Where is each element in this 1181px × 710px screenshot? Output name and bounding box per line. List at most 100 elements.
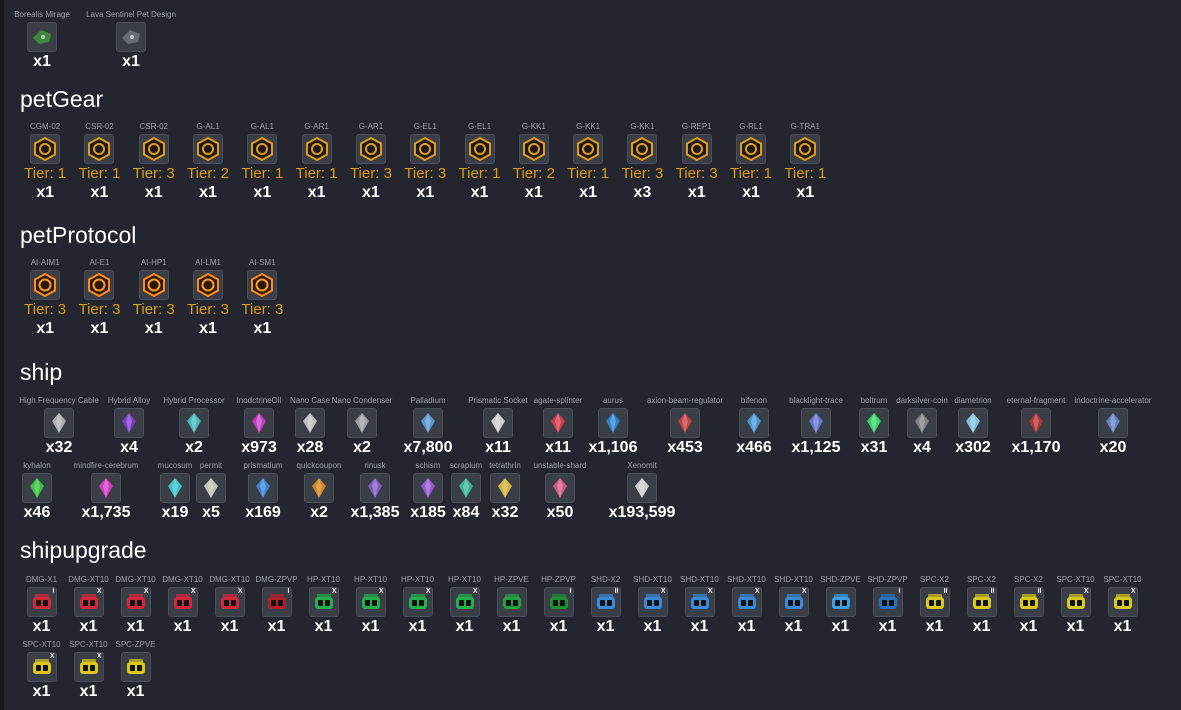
petgear-item[interactable]: CGM-02 Tier: 1 x1 (18, 122, 72, 203)
shipupgrade-item[interactable]: SPC-X2 II x1 (958, 575, 1005, 637)
shipupgrade-item[interactable]: SHD-XT10 Xx1 (723, 575, 770, 637)
ship-resource-item[interactable]: schism x185 (410, 461, 446, 523)
shipupgrade-item[interactable]: HP-XT10 Xx1 (394, 575, 441, 637)
ship-resource-item[interactable]: Nano Case x28 (288, 396, 332, 458)
petgear-item[interactable]: CSR-02 Tier: 3 x1 (127, 122, 181, 203)
item-quantity: x1 (79, 683, 98, 700)
item-quantity: x466 (736, 439, 772, 456)
ship-resource-item[interactable]: quickcoupon x2 (297, 461, 342, 523)
petgear-item[interactable]: G-KK1 Tier: 3 x3 (615, 122, 669, 203)
upgrade-module-icon: I (26, 587, 57, 617)
petgear-item[interactable]: G-AR1 Tier: 3 x1 (344, 122, 398, 203)
ship-resource-item[interactable]: boltrum x31 (852, 396, 896, 458)
ship-resource-item[interactable]: axion-beam-regulator x453 (642, 396, 728, 458)
ship-resource-item[interactable]: InodctrineOil x973 (230, 396, 288, 458)
design-item[interactable]: Lava Sentinel Pet Design x1 (66, 10, 196, 72)
ship-resource-item[interactable]: scrapium x84 (446, 461, 486, 523)
ship-resource-item[interactable]: Palladium x7,800 (392, 396, 464, 458)
item-label: SHD-XT10 (774, 575, 813, 584)
shipupgrade-item[interactable]: SHD-ZPVE x1 (817, 575, 864, 637)
shipupgrade-item[interactable]: DMG-ZPVP Ix1 (253, 575, 300, 637)
petgear-item[interactable]: G-EL1 Tier: 1 x1 (452, 122, 506, 203)
section-title-shipupgrade: shipupgrade (20, 537, 147, 563)
ship-resource-item[interactable]: kyhalon x46 (18, 461, 56, 523)
ship-resource-item[interactable]: Hybrid Alloy x4 (100, 396, 158, 458)
item-tier: Tier: 3 (78, 301, 121, 318)
petprotocol-item[interactable]: AI-LM1 Tier: 3 x1 (181, 258, 235, 339)
ship-resource-item[interactable]: aurus x1,106 (584, 396, 642, 458)
petprotocol-row: AI-AIM1 Tier: 3 x1 AI-E1 Tier: 3 x1 AI-HP1 Tier… (18, 258, 289, 339)
ship-resource-item[interactable]: mindfire-cerebrum x1,735 (56, 461, 156, 523)
gear-module-icon (355, 134, 386, 164)
design-item[interactable]: Borealis Mirage x1 (14, 10, 70, 72)
ship-resource-item[interactable]: eternal-fragment x1,170 (998, 396, 1074, 458)
item-quantity: x185 (410, 504, 446, 521)
shipupgrade-item[interactable]: DMG-XT10 Xx1 (159, 575, 206, 637)
upgrade-module-icon: X (73, 652, 104, 682)
petgear-item[interactable]: G-RL1 Tier: 1 x1 (724, 122, 778, 203)
item-label: AI-SM1 (249, 258, 276, 267)
petgear-item[interactable]: G-KK1 Tier: 2 x1 (507, 122, 561, 203)
ship-resource-item[interactable]: unstable-shard x50 (524, 461, 596, 523)
item-label: HP-XT10 (448, 575, 481, 584)
ship-resource-item[interactable]: darksilver-coin x4 (896, 396, 948, 458)
ship-resource-item[interactable]: Xenomit x193,599 (596, 461, 688, 523)
protocol-module-icon (193, 270, 224, 300)
shipupgrade-item[interactable]: HP-ZPVE x1 (488, 575, 535, 637)
shipupgrade-item[interactable]: DMG-XT10 Xx1 (65, 575, 112, 637)
ship-resource-item[interactable]: tetrathrin x32 (486, 461, 524, 523)
petprotocol-item[interactable]: AI-SM1 Tier: 3 x1 (235, 258, 289, 339)
upgrade-module-icon: X (120, 587, 151, 617)
shipupgrade-item[interactable]: SPC-XT10 Xx1 (1052, 575, 1099, 637)
ship-resource-item[interactable]: prismatium x169 (228, 461, 298, 523)
shipupgrade-item[interactable]: HP-ZPVP Ix1 (535, 575, 582, 637)
ship-resource-item[interactable]: rinusk x1,385 (340, 461, 410, 523)
ship-resource-item[interactable]: blacklight-trace x1,125 (780, 396, 852, 458)
petgear-item[interactable]: G-EL1 Tier: 3 x1 (398, 122, 452, 203)
petgear-item[interactable]: G-AL1 Tier: 1 x1 (235, 122, 289, 203)
shipupgrade-item[interactable]: SHD-X2 II x1 (582, 575, 629, 637)
upgrade-module-icon: X (778, 587, 809, 617)
shipupgrade-item[interactable]: SPC-XT10 Xx1 (18, 640, 65, 702)
ship-resource-item[interactable]: agate-splinter x11 (532, 396, 584, 458)
rank-badge: X (801, 588, 807, 595)
shipupgrade-item[interactable]: SPC-XT10 Xx1 (65, 640, 112, 702)
shipupgrade-item[interactable]: SPC-ZPVE x1 (112, 640, 159, 702)
petgear-item[interactable]: G-AR1 Tier: 1 x1 (289, 122, 343, 203)
ship-resource-item[interactable]: Prismatic Socket x11 (464, 396, 532, 458)
item-quantity: x1 (831, 618, 850, 635)
shipupgrade-item[interactable]: HP-XT10 Xx1 (347, 575, 394, 637)
shipupgrade-item[interactable]: HP-XT10 Xx1 (300, 575, 347, 637)
petgear-item[interactable]: G-REP1 Tier: 3 x1 (670, 122, 724, 203)
petgear-item[interactable]: G-TRA1 Tier: 1 x1 (778, 122, 832, 203)
shipupgrade-item[interactable]: SHD-XT10 Xx1 (629, 575, 676, 637)
ship-resource-item[interactable]: diametrion x302 (948, 396, 998, 458)
shipupgrade-item[interactable]: HP-XT10 Xx1 (441, 575, 488, 637)
petgear-item[interactable]: G-AL1 Tier: 2 x1 (181, 122, 235, 203)
petprotocol-item[interactable]: AI-HP1 Tier: 3 x1 (127, 258, 181, 339)
resource-icon (543, 408, 573, 438)
petgear-item[interactable]: G-KK1 Tier: 1 x1 (561, 122, 615, 203)
petprotocol-item[interactable]: AI-E1 Tier: 3 x1 (72, 258, 126, 339)
ship-resource-item[interactable]: Nano Condenser x2 (332, 396, 392, 458)
item-tier: Tier: 3 (241, 301, 284, 318)
ship-resource-item[interactable]: High Frequency Cable x32 (18, 396, 100, 458)
petprotocol-item[interactable]: AI-AIM1 Tier: 3 x1 (18, 258, 72, 339)
gear-module-icon (84, 134, 115, 164)
shipupgrade-item[interactable]: SHD-XT10 Xx1 (676, 575, 723, 637)
ship-resource-item[interactable]: Hybrid Processor x2 (158, 396, 230, 458)
ship-resource-item[interactable]: indoctrine-accelerator x20 (1074, 396, 1152, 458)
shipupgrade-item[interactable]: DMG-X1 Ix1 (18, 575, 65, 637)
ship-resource-item[interactable]: mucosum x19 (156, 461, 194, 523)
shipupgrade-item[interactable]: DMG-XT10 Xx1 (112, 575, 159, 637)
shipupgrade-item[interactable]: SPC-XT10 Xx1 (1099, 575, 1146, 637)
ship-resource-item[interactable]: bifenon x466 (728, 396, 780, 458)
petgear-item[interactable]: CSR-02 Tier: 1 x1 (72, 122, 126, 203)
shipupgrade-item[interactable]: SHD-XT10 Xx1 (770, 575, 817, 637)
shipupgrade-item[interactable]: SPC-X2 II x1 (911, 575, 958, 637)
shipupgrade-item[interactable]: SPC-X2 II x1 (1005, 575, 1052, 637)
shipupgrade-item[interactable]: DMG-XT10 Xx1 (206, 575, 253, 637)
ship-resource-item[interactable]: permit x5 (194, 461, 228, 523)
item-label: SPC-X2 (1014, 575, 1043, 584)
shipupgrade-item[interactable]: SHD-ZPVP Ix1 (864, 575, 911, 637)
